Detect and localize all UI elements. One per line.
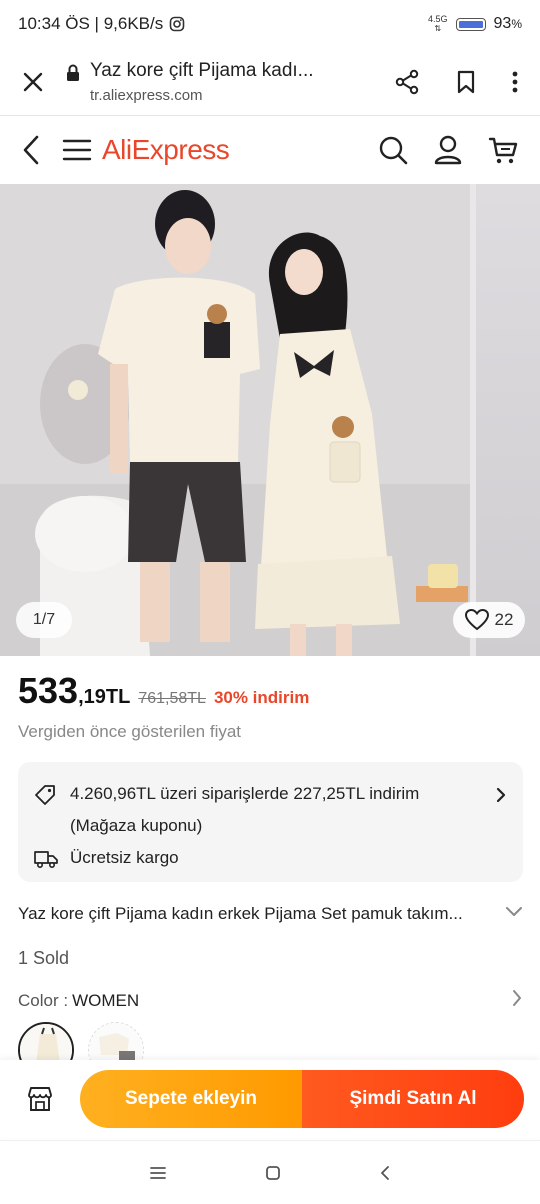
browser-toolbar: Yaz kore çift Pijama kadı... tr.aliexpre… (0, 48, 540, 116)
heart-icon (464, 609, 489, 631)
cart-icon[interactable] (488, 135, 518, 165)
product-title-row[interactable]: Yaz kore çift Pijama kadın erkek Pijama … (18, 904, 523, 924)
color-selector-row[interactable]: Color : WOMEN (18, 989, 523, 1012)
store-icon (28, 1087, 52, 1111)
network-indicator: 4.5G ⇅ (428, 14, 448, 34)
wishlist-count: 22 (494, 610, 514, 629)
original-price: 761,58TL (138, 690, 206, 707)
coupon-text: 4.260,96TL üzeri siparişlerde 227,25TL i… (70, 784, 420, 803)
store-button[interactable] (0, 1085, 80, 1113)
chevron-left-icon (23, 135, 39, 165)
color-value: WOMEN (72, 990, 140, 1010)
product-title: Yaz kore çift Pijama kadın erkek Pijama … (18, 904, 463, 923)
site-header: AliExpress (0, 117, 540, 183)
add-to-cart-button[interactable]: Sepete ekleyin (80, 1070, 302, 1128)
account-icon[interactable] (434, 135, 462, 165)
buy-now-button[interactable]: Şimdi Satın Al (302, 1070, 524, 1128)
back-button[interactable] (0, 135, 62, 165)
shipping-row: Ücretsiz kargo (34, 842, 507, 880)
product-photo-art (0, 184, 470, 656)
coupon-subtext: (Mağaza kuponu) (70, 816, 203, 835)
more-vertical-icon[interactable] (512, 70, 518, 94)
share-icon[interactable] (394, 69, 420, 95)
system-back-icon[interactable] (379, 1165, 391, 1181)
store-coupon-row[interactable]: 4.260,96TL üzeri siparişlerde 227,25TL i… (34, 778, 507, 842)
chevron-down-icon (506, 907, 522, 916)
product-photo[interactable] (0, 184, 470, 656)
page-title: Yaz kore çift Pijama kadı... (90, 59, 314, 81)
chevron-right-icon (496, 787, 506, 803)
sold-count: 1 Sold (18, 948, 70, 968)
status-bar: 10:34 ÖS | 9,6KB/s 4.5G ⇅ 93% (0, 0, 540, 48)
truck-icon (34, 851, 58, 869)
aliexpress-logo[interactable]: AliExpress (102, 134, 230, 166)
battery-icon (455, 17, 486, 31)
price-integer: 533 (18, 670, 79, 711)
product-gallery[interactable]: 1/7 22 (0, 184, 540, 656)
status-time-speed: 10:34 ÖS | 9,6KB/s (18, 14, 164, 33)
bookmark-icon[interactable] (456, 70, 476, 94)
discount-badge: 30% indirim (213, 688, 310, 707)
search-icon[interactable] (378, 135, 408, 165)
next-photo-preview[interactable] (476, 184, 540, 656)
tag-icon (35, 785, 55, 805)
wishlist-button[interactable]: 22 (453, 602, 525, 638)
battery-level: 93% (493, 15, 522, 32)
bottom-action-bar: Sepete ekleyin Şimdi Satın Al (0, 1060, 540, 1138)
instagram-icon (169, 16, 185, 32)
system-nav-bar (0, 1140, 540, 1204)
menu-icon[interactable] (62, 138, 92, 162)
color-label: Color : (18, 990, 69, 1010)
chevron-right-icon (513, 990, 521, 1006)
lock-icon (67, 64, 79, 81)
home-icon[interactable] (265, 1165, 281, 1181)
close-icon (23, 72, 43, 91)
address-bar[interactable]: Yaz kore çift Pijama kadı... tr.aliexpre… (66, 60, 394, 104)
recent-apps-icon[interactable] (149, 1166, 167, 1180)
close-tab-button[interactable] (0, 71, 66, 93)
coupon-box[interactable]: 4.260,96TL üzeri siparişlerde 227,25TL i… (18, 762, 523, 882)
shipping-text: Ücretsiz kargo (70, 848, 179, 867)
image-counter: 1/7 (16, 602, 72, 638)
price-row: 533 ,19TL 761,58TL 30% indirim (18, 670, 309, 712)
price-decimal: ,19TL (78, 686, 131, 708)
tax-note: Vergiden önce gösterilen fiyat (18, 722, 242, 741)
page-url: tr.aliexpress.com (90, 86, 203, 104)
